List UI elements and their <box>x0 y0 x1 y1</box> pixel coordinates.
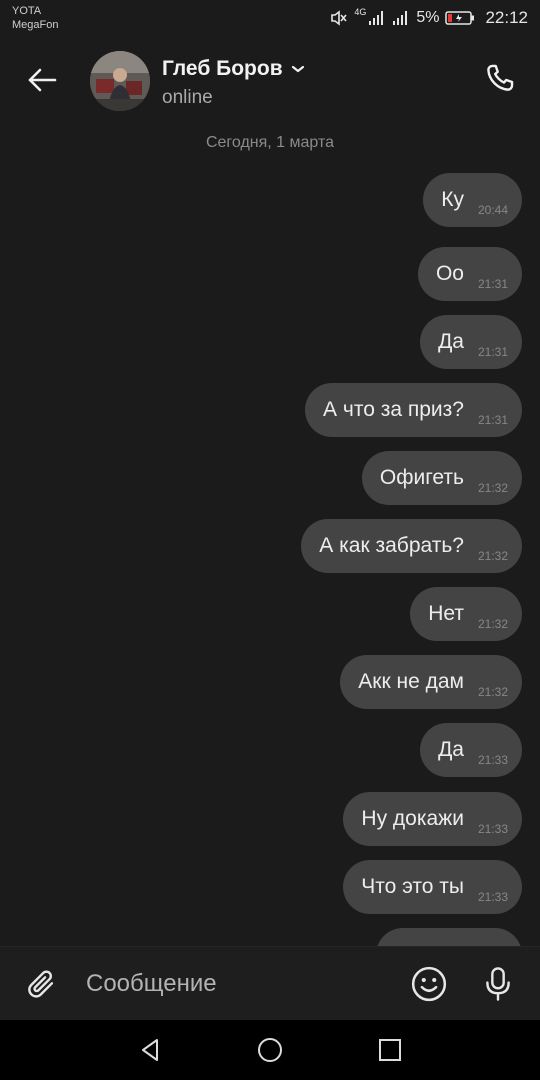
message-time: 21:31 <box>477 413 508 427</box>
message-bubble[interactable]: Ну докажи 21:33 <box>343 792 522 846</box>
arrow-left-icon <box>28 68 57 92</box>
chevron-down-icon <box>291 65 304 73</box>
battery-percent: 5% <box>416 9 440 26</box>
message-time: 21:32 <box>477 617 508 631</box>
message-input[interactable] <box>86 967 386 1001</box>
system-nav-bar <box>0 1020 540 1080</box>
message-text: Нет <box>428 602 464 625</box>
carrier-1: YOTA <box>12 5 42 17</box>
message-text: Акк не дам <box>358 670 464 693</box>
message-bubble[interactable]: Нет 21:32 <box>410 587 522 641</box>
nav-home-button[interactable] <box>254 1034 286 1066</box>
network-type-label: 4G <box>354 7 367 17</box>
message-text: Оо <box>435 262 464 285</box>
status-bar: YOTA MegaFon 4G 5% 22:12 <box>0 0 540 40</box>
message-text: Да <box>438 330 464 353</box>
message-text: Офигеть <box>379 466 464 489</box>
back-button[interactable] <box>22 62 62 98</box>
message-bubble[interactable]: Акк не дам 21:32 <box>340 655 522 709</box>
message-bubble[interactable]: А что за приз? 21:31 <box>305 383 522 437</box>
paperclip-icon <box>28 970 54 998</box>
signal-icon-1 <box>369 11 384 25</box>
carrier-labels: YOTA MegaFon <box>12 4 58 32</box>
chat-header: Глеб Боров online <box>0 40 540 120</box>
message-time: 21:32 <box>477 481 508 495</box>
message-list[interactable]: Сегодня, 1 марта Ку 20:44 Оо 21:31 Да 21… <box>0 120 540 946</box>
microphone-icon <box>486 967 510 1001</box>
message-time: 20:44 <box>477 203 508 217</box>
phone-icon <box>487 64 514 91</box>
message-text: А как забрать? <box>319 534 464 557</box>
signal-icon-2 <box>393 11 408 25</box>
message-bubble[interactable]: Да 21:31 <box>420 315 522 369</box>
contact-name[interactable]: Глеб Боров <box>162 57 305 81</box>
square-recents-icon <box>379 1039 401 1061</box>
triangle-back-icon <box>142 1039 158 1061</box>
message-time: 21:33 <box>477 890 508 904</box>
message-time: 21:33 <box>477 753 508 767</box>
circle-home-icon <box>258 1038 282 1062</box>
message-bubble[interactable]: Да 21:33 <box>420 723 522 777</box>
avatar-photo <box>90 51 150 111</box>
message-bubble[interactable]: Оо 21:31 <box>417 247 522 301</box>
status-indicators: 4G 5% 22:12 <box>330 8 528 28</box>
attach-button[interactable] <box>22 964 62 1004</box>
message-bubble[interactable]: Что это ты 21:33 <box>343 860 522 914</box>
contact-name-label: Глеб Боров <box>162 57 283 80</box>
message-bubble[interactable]: Ку 20:44 <box>423 173 522 227</box>
message-bubble-partial[interactable] <box>376 928 522 946</box>
message-composer <box>0 946 540 1020</box>
mute-icon <box>331 10 347 26</box>
message-time: 21:32 <box>477 549 508 563</box>
mic-button[interactable] <box>478 963 518 1005</box>
message-bubble[interactable]: Офигеть 21:32 <box>361 451 522 505</box>
carrier-2: MegaFon <box>12 19 59 31</box>
battery-icon <box>445 11 475 25</box>
contact-status: online <box>162 87 213 108</box>
message-bubble[interactable]: А как забрать? 21:32 <box>301 519 522 573</box>
message-text: А что за приз? <box>323 398 464 421</box>
message-text: Ну докажи <box>361 807 464 830</box>
message-text: Ку <box>441 188 464 211</box>
message-time: 21:31 <box>477 277 508 291</box>
date-separator: Сегодня, 1 марта <box>205 134 335 151</box>
nav-back-button[interactable] <box>134 1034 166 1066</box>
message-text: Что это ты <box>361 875 464 898</box>
message-time: 21:31 <box>477 345 508 359</box>
message-time: 21:32 <box>477 685 508 699</box>
message-time: 21:33 <box>477 822 508 836</box>
smiley-icon <box>411 966 447 1002</box>
emoji-button[interactable] <box>408 963 450 1005</box>
message-text: Да <box>438 738 464 761</box>
call-button[interactable] <box>480 58 520 98</box>
nav-recents-button[interactable] <box>374 1034 406 1066</box>
avatar[interactable] <box>90 51 150 111</box>
clock: 22:12 <box>485 8 528 27</box>
